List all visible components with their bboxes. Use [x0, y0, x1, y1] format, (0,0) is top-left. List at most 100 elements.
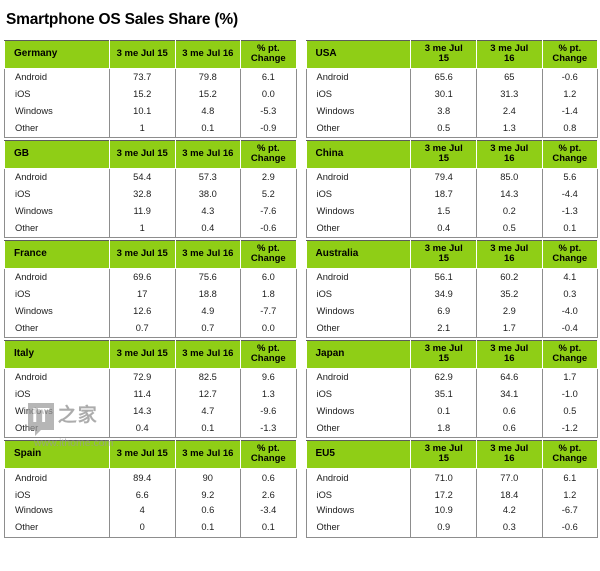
- period-2-value: 0.5: [476, 219, 543, 238]
- period-2-value: 0.6: [476, 402, 543, 420]
- os-share-table-china: China 3 me Jul 15 3 me Jul 16% pt. Change Andr…: [305, 139, 599, 238]
- period-1-value: 0.1: [410, 402, 477, 420]
- table-row: Other 1 0.1 -0.9: [4, 119, 297, 138]
- table-header-row: Japan 3 me Jul 15 3 me Jul 16% pt. Change: [305, 339, 599, 369]
- period-2-header: 3 me Jul 16: [174, 239, 242, 269]
- change-value: -0.6: [541, 68, 599, 86]
- table-row: iOS 35.1 34.1 -1.0: [305, 385, 599, 403]
- period-2-header: 3 me Jul 16: [476, 239, 543, 269]
- change-value: 1.2: [541, 487, 599, 503]
- period-2-value: 79.8: [174, 68, 241, 86]
- right-table-column: USA 3 me Jul 15 3 me Jul 16% pt. Change Androi…: [305, 39, 599, 540]
- os-name-cell: Windows: [4, 302, 110, 320]
- period-2-value: 0.1: [174, 517, 241, 538]
- change-value: -4.0: [541, 302, 599, 320]
- os-name-cell: Other: [305, 319, 411, 338]
- os-name-cell: iOS: [4, 487, 110, 503]
- period-2-value: 0.6: [174, 502, 241, 518]
- change-value: -7.6: [240, 202, 297, 220]
- market-name-header: Germany: [4, 39, 110, 69]
- table-row: Android 56.1 60.2 4.1: [305, 268, 599, 286]
- period-1-header-line2: 15: [438, 453, 450, 465]
- period-1-value: 30.1: [410, 85, 477, 103]
- table-row: iOS 32.8 38.0 5.2: [4, 185, 297, 203]
- change-value: -0.4: [541, 319, 599, 338]
- period-1-value: 18.7: [410, 185, 477, 203]
- change-header: % pt. Change: [541, 139, 599, 169]
- period-1-value: 0.4: [108, 419, 176, 438]
- table-row: iOS 15.2 15.2 0.0: [4, 85, 297, 103]
- table-row: Android 89.4 90 0.6: [4, 468, 297, 488]
- period-1-value: 14.3: [108, 402, 176, 420]
- table-row: Android 62.9 64.6 1.7: [305, 368, 599, 386]
- change-header: % pt. Change: [541, 439, 599, 469]
- table-row: Other 1 0.4 -0.6: [4, 219, 297, 238]
- period-2-header: 3 me Jul 16: [174, 339, 242, 369]
- table-header-row: Italy 3 me Jul 15 3 me Jul 16% pt. Change: [4, 339, 297, 369]
- change-header: % pt. Change: [240, 39, 297, 69]
- period-2-header: 3 me Jul 16: [174, 139, 242, 169]
- period-1-value: 12.6: [108, 302, 176, 320]
- os-share-table-france: France 3 me Jul 15 3 me Jul 16% pt. Change A…: [4, 239, 297, 338]
- period-1-value: 3.8: [410, 102, 477, 120]
- change-value: 6.1: [541, 468, 599, 488]
- change-header: % pt. Change: [240, 439, 297, 469]
- period-2-value: 18.8: [174, 285, 241, 303]
- page-title: Smartphone OS Sales Share (%): [6, 11, 238, 29]
- table-row: Android 69.6 75.6 6.0: [4, 268, 297, 286]
- table-row: Other 0.7 0.7 0.0: [4, 319, 297, 338]
- period-2-header: 3 me Jul 16: [174, 439, 242, 469]
- period-1-value: 15.2: [108, 85, 176, 103]
- period-2-header-line2: 16: [504, 453, 515, 465]
- period-2-value: 0.7: [174, 319, 241, 338]
- period-1-value: 32.8: [108, 185, 176, 203]
- os-name-cell: Windows: [4, 202, 110, 220]
- change-value: 6.0: [240, 268, 297, 286]
- period-2-value: 85.0: [476, 168, 543, 186]
- os-name-cell: Windows: [305, 102, 411, 120]
- period-1-value: 0: [108, 517, 176, 538]
- change-value: -7.7: [240, 302, 297, 320]
- change-value: -1.2: [541, 419, 599, 438]
- change-header: % pt. Change: [541, 39, 599, 69]
- os-share-table-usa: USA 3 me Jul 15 3 me Jul 16% pt. Change Androi…: [305, 39, 599, 138]
- period-1-value: 0.4: [410, 219, 477, 238]
- change-value: -0.6: [541, 517, 599, 538]
- table-row: iOS 17 18.8 1.8: [4, 285, 297, 303]
- period-1-value: 73.7: [108, 68, 176, 86]
- os-name-cell: Other: [4, 517, 110, 538]
- table-row: Android 65.6 65 -0.6: [305, 68, 599, 86]
- os-share-table-italy: Italy 3 me Jul 15 3 me Jul 16% pt. Change An…: [4, 339, 297, 438]
- period-1-header-line2: 15: [438, 153, 450, 165]
- change-value: 0.1: [541, 219, 599, 238]
- period-2-value: 90: [174, 468, 241, 488]
- change-value: -5.3: [240, 102, 297, 120]
- os-name-cell: Other: [305, 517, 411, 538]
- change-header: % pt. Change: [240, 139, 297, 169]
- os-name-cell: Other: [4, 319, 110, 338]
- period-1-value: 4: [108, 502, 176, 518]
- os-name-cell: Windows: [305, 402, 411, 420]
- os-name-cell: Windows: [4, 402, 110, 420]
- period-1-value: 17: [108, 285, 176, 303]
- os-name-cell: Windows: [4, 502, 110, 518]
- os-name-cell: Android: [4, 468, 110, 488]
- os-name-cell: iOS: [305, 487, 411, 503]
- table-row: iOS 6.6 9.2 2.6: [4, 487, 297, 503]
- period-1-value: 56.1: [410, 268, 477, 286]
- table-row: Windows 10.1 4.8 -5.3: [4, 102, 297, 120]
- period-1-value: 79.4: [410, 168, 477, 186]
- period-2-value: 4.3: [174, 202, 241, 220]
- period-2-header: 3 me Jul 16: [476, 139, 543, 169]
- period-2-value: 1.7: [476, 319, 543, 338]
- period-1-value: 0.9: [410, 517, 477, 538]
- change-value: 5.6: [541, 168, 599, 186]
- os-name-cell: Android: [305, 168, 411, 186]
- period-1-value: 0.5: [410, 119, 477, 138]
- os-name-cell: Android: [4, 168, 110, 186]
- period-1-value: 0.7: [108, 319, 176, 338]
- period-1-value: 1: [108, 119, 176, 138]
- market-name-header: France: [4, 239, 110, 269]
- period-1-header: 3 me Jul 15: [410, 339, 478, 369]
- os-share-table-germany: Germany 3 me Jul 15 3 me Jul 16% pt. Change…: [4, 39, 297, 138]
